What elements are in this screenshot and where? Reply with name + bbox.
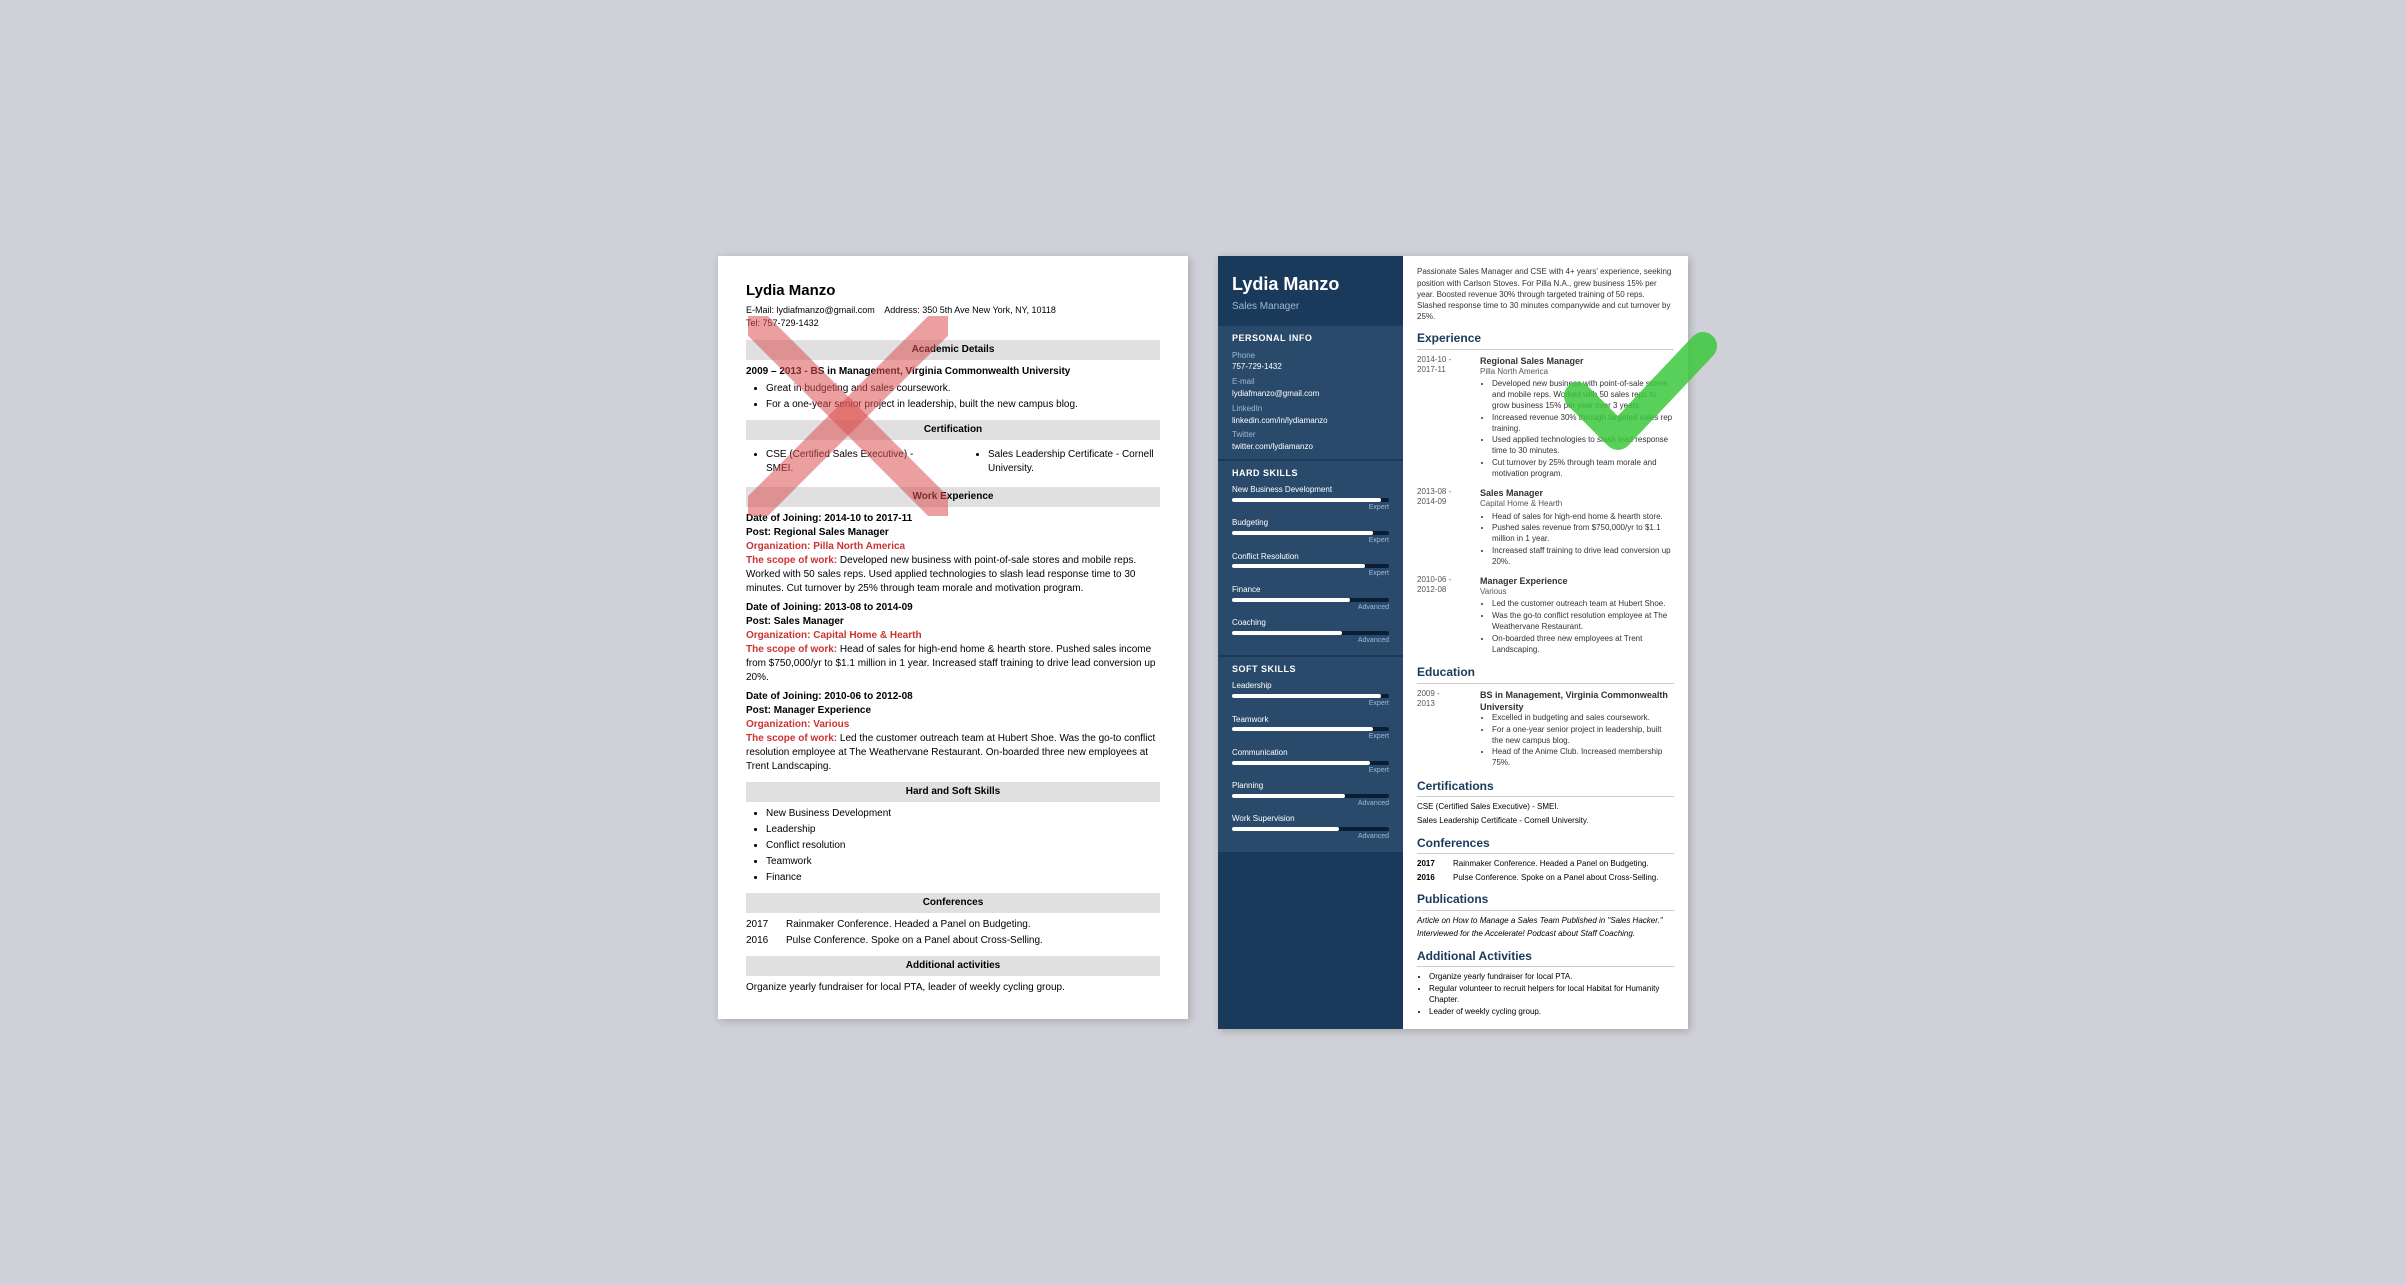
additional-section-bar: Additional activities (746, 956, 1160, 976)
right-summary: Passionate Sales Manager and CSE with 4+… (1417, 266, 1674, 322)
edu-dates-1: 2009 - 2013 (1417, 689, 1472, 711)
cert-row: CSE (Certified Sales Executive) - SMEI. … (746, 445, 1160, 479)
exp-dates-1: 2014-10 - 2017-11 (1417, 355, 1472, 377)
work-section-bar: Work Experience (746, 487, 1160, 507)
work-entry-2: Date of Joining: 2013-08 to 2014-09 Post… (746, 601, 1160, 685)
hard-skill-3: Conflict Resolution Expert (1232, 552, 1389, 579)
cert-section-bar: Certification (746, 420, 1160, 440)
conf-2: 2016 Pulse Conference. Spoke on a Panel … (746, 934, 1160, 948)
exp-entry-3: 2010-06 - 2012-08 Manager Experience Var… (1417, 575, 1674, 657)
cert-item-2: Sales Leadership Certificate - Cornell U… (968, 445, 1160, 479)
edu-bullets: Great in budgeting and sales coursework.… (746, 382, 1160, 412)
conf-section-bar: Conferences (746, 893, 1160, 913)
skill-4: Teamwork (766, 855, 1160, 869)
hard-skills-section: Hard Skills New Business Development Exp… (1218, 461, 1403, 655)
additional-title: Additional Activities (1417, 948, 1674, 967)
education-title: Education (1417, 664, 1674, 683)
hard-skill-2: Budgeting Expert (1232, 518, 1389, 545)
exp-dates-2: 2013-08 - 2014-09 (1417, 487, 1472, 509)
work-entry-3: Date of Joining: 2010-06 to 2012-08 Post… (746, 690, 1160, 774)
work-entry-1: Date of Joining: 2014-10 to 2017-11 Post… (746, 512, 1160, 596)
exp-entry-2: 2013-08 - 2014-09 Sales Manager Capital … (1417, 487, 1674, 569)
pub-1: Article on How to Manage a Sales Team Pu… (1417, 916, 1674, 927)
cert-1: CSE (Certified Sales Executive) - SMEI. (766, 448, 938, 476)
additional-text: Organize yearly fundraiser for local PTA… (746, 981, 1160, 995)
pub-2: Interviewed for the Accelerate! Podcast … (1417, 929, 1674, 940)
soft-skill-4: Planning Advanced (1232, 781, 1389, 808)
certifications-title: Certifications (1417, 778, 1674, 797)
left-tel-row: Tel: 757-729-1432 (746, 317, 1160, 330)
soft-skill-1: Leadership Expert (1232, 681, 1389, 708)
skill-2: Leadership (766, 823, 1160, 837)
cert-2: Sales Leadership Certificate - Cornell U… (988, 448, 1160, 476)
left-contact-row1: E-Mail: lydiafmanzo@gmail.com Address: 3… (746, 304, 1160, 317)
skills-list: New Business Development Leadership Conf… (746, 807, 1160, 885)
skills-section-bar: Hard and Soft Skills (746, 782, 1160, 802)
skill-1: New Business Development (766, 807, 1160, 821)
skill-3: Conflict resolution (766, 839, 1160, 853)
right-main: Passionate Sales Manager and CSE with 4+… (1403, 256, 1688, 1028)
conferences-title: Conferences (1417, 835, 1674, 854)
right-cert-1: CSE (Certified Sales Executive) - SMEI. (1417, 802, 1674, 813)
soft-skill-3: Communication Expert (1232, 748, 1389, 775)
right-conf-2: 2016 Pulse Conference. Spoke on a Panel … (1417, 873, 1674, 884)
exp-dates-3: 2010-06 - 2012-08 (1417, 575, 1472, 597)
hard-skill-5: Coaching Advanced (1232, 618, 1389, 645)
soft-skills-section: Soft Skills Leadership Expert Teamwork E… (1218, 657, 1403, 851)
left-header: Lydia Manzo E-Mail: lydiafmanzo@gmail.co… (746, 280, 1160, 329)
education-entry: 2009 – 2013 - BS in Management, Virginia… (746, 365, 1160, 412)
left-email-row: E-Mail: lydiafmanzo@gmail.com Address: 3… (746, 304, 1056, 317)
exp-entry-1: 2014-10 - 2017-11 Regional Sales Manager… (1417, 355, 1674, 481)
additional-list: Organize yearly fundraiser for local PTA… (1417, 972, 1674, 1017)
academic-section-bar: Academic Details (746, 340, 1160, 360)
edu-year: 2009 – 2013 - BS in Management, Virginia… (746, 365, 1160, 379)
right-cert-2: Sales Leadership Certificate - Cornell U… (1417, 816, 1674, 827)
main-container: Lydia Manzo E-Mail: lydiafmanzo@gmail.co… (718, 256, 1688, 1028)
sidebar-title: Sales Manager (1232, 300, 1389, 314)
right-conf-1: 2017 Rainmaker Conference. Headed a Pane… (1417, 859, 1674, 870)
right-sidebar: Lydia Manzo Sales Manager Personal Info … (1218, 256, 1403, 1028)
soft-skill-5: Work Supervision Advanced (1232, 814, 1389, 841)
resume-left: Lydia Manzo E-Mail: lydiafmanzo@gmail.co… (718, 256, 1188, 1018)
left-name: Lydia Manzo (746, 280, 1160, 301)
edu-bullet-1: Great in budgeting and sales coursework. (766, 382, 1160, 396)
sidebar-name: Lydia Manzo (1232, 274, 1389, 296)
conf-1: 2017 Rainmaker Conference. Headed a Pane… (746, 918, 1160, 932)
skill-5: Finance (766, 871, 1160, 885)
cert-item-1: CSE (Certified Sales Executive) - SMEI. (746, 445, 938, 479)
edu-bullet-2: For a one-year senior project in leaders… (766, 398, 1160, 412)
edu-entry-1: 2009 - 2013 BS in Management, Virginia C… (1417, 689, 1674, 770)
hard-skill-4: Finance Advanced (1232, 585, 1389, 612)
sidebar-header: Lydia Manzo Sales Manager (1218, 256, 1403, 325)
resume-right: Lydia Manzo Sales Manager Personal Info … (1218, 256, 1688, 1028)
hard-skill-1: New Business Development Expert (1232, 485, 1389, 512)
soft-skill-2: Teamwork Expert (1232, 715, 1389, 742)
personal-info-section: Personal Info Phone 757-729-1432 E-mail … (1218, 326, 1403, 459)
experience-title: Experience (1417, 330, 1674, 349)
publications-title: Publications (1417, 891, 1674, 910)
